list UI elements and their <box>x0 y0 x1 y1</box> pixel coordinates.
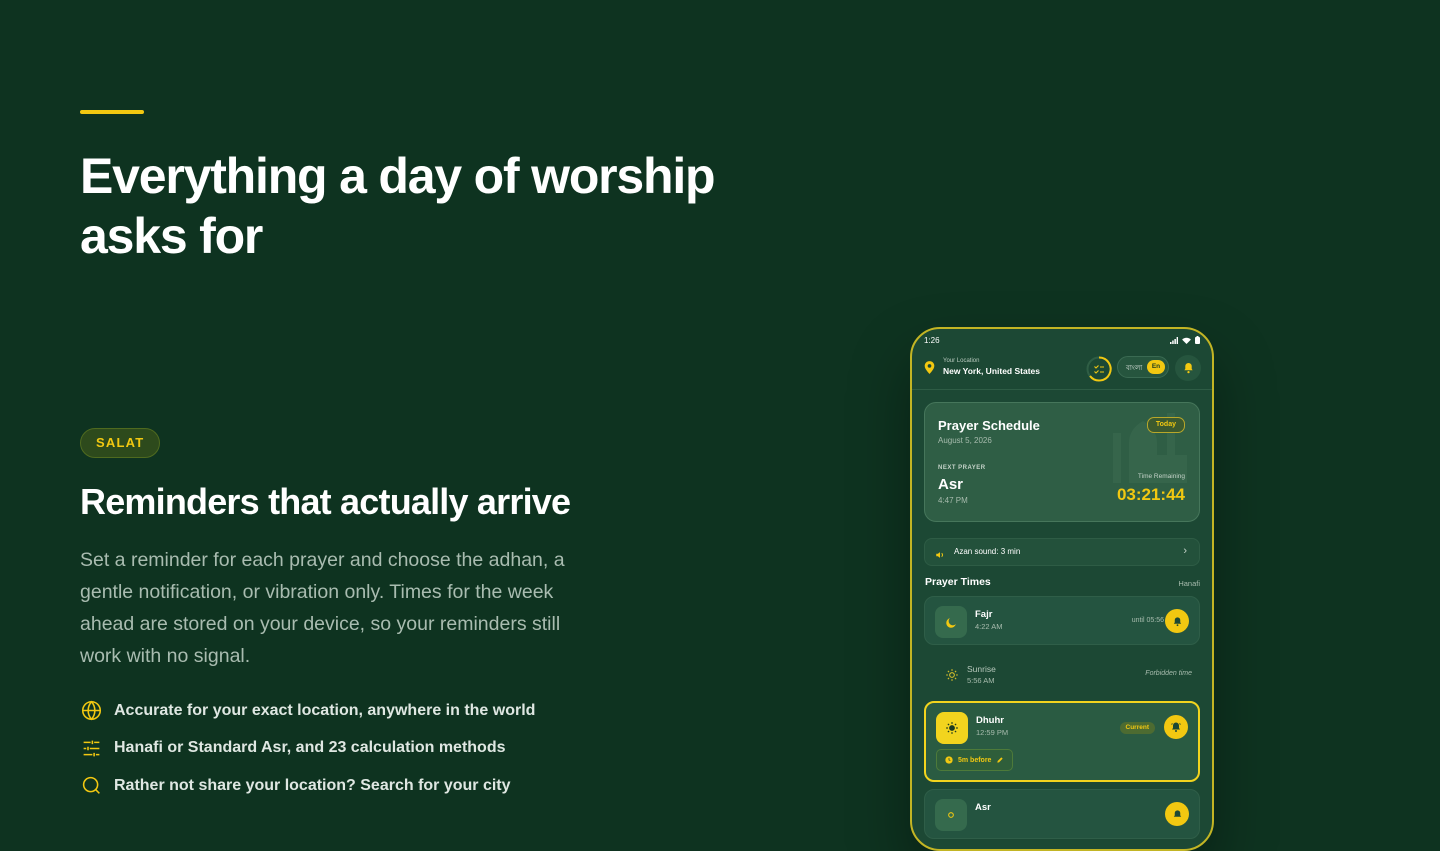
prayer-time: 5:56 AM <box>967 676 995 685</box>
section-badge: SALAT <box>80 428 161 458</box>
forbidden-time-note: Forbidden time <box>1145 670 1192 677</box>
prayer-name: Sunrise <box>967 664 996 674</box>
prayer-name: Fajr <box>975 609 993 620</box>
feature-item: Rather not share your location? Search f… <box>80 773 535 798</box>
reminder-chip[interactable]: 5m before <box>936 749 1014 771</box>
prayer-time: 12:59 PM <box>976 728 1009 737</box>
location-label: Your Location <box>943 358 980 364</box>
prayer-row-fajr[interactable]: Fajr 4:22 AM until 05:56 <box>924 596 1200 645</box>
next-prayer-name: Asr <box>938 476 964 493</box>
reminder-text: 5m before <box>958 756 992 764</box>
feature-text: Hanafi or Standard Asr, and 23 calculati… <box>114 739 506 756</box>
headline-line-2: asks for <box>80 208 263 264</box>
feature-item: Accurate for your exact location, anywhe… <box>80 698 535 723</box>
sun-icon <box>936 712 968 744</box>
prayer-name: Asr <box>975 802 991 813</box>
checklist-progress-ring[interactable] <box>1086 356 1112 382</box>
alarm-toggle-button[interactable] <box>1164 715 1188 739</box>
sun-icon <box>935 799 967 831</box>
current-badge: Current <box>1119 722 1155 734</box>
phone-mockup: 1:26 Your Location New York, United Stat… <box>910 327 1214 851</box>
prayer-row-dhuhr[interactable]: Dhuhr 12:59 PM Current 5m before <box>924 701 1200 782</box>
moon-icon <box>935 606 967 638</box>
feature-text: Rather not share your location? Search f… <box>114 776 511 794</box>
bell-icon <box>1173 809 1181 817</box>
lang-english[interactable]: En <box>1147 360 1165 374</box>
time-remaining-label: Time Remaining <box>1137 473 1185 480</box>
prayer-times-title: Prayer Times <box>925 576 991 588</box>
prayer-until: until 05:56 <box>1131 617 1164 624</box>
notifications-button[interactable] <box>1175 355 1201 381</box>
globe-icon <box>80 700 102 722</box>
next-prayer-label: NEXT PRAYER <box>938 465 986 471</box>
prayer-name: Dhuhr <box>976 715 1004 726</box>
feature-item: Hanafi or Standard Asr, and 23 calculati… <box>80 736 535 761</box>
pencil-icon <box>997 757 1004 763</box>
azan-sound-setting[interactable]: Azan sound: 3 min › <box>924 538 1200 566</box>
signal-icon <box>1170 336 1178 344</box>
chevron-right-icon: › <box>1183 545 1187 557</box>
schedule-date: August 5, 2026 <box>938 436 992 445</box>
section-description: Set a reminder for each prayer and choos… <box>80 549 565 667</box>
section-title: Reminders that actually arrive <box>80 481 571 522</box>
feature-list: Accurate for your exact location, anywhe… <box>80 698 535 811</box>
time-remaining-value: 03:21:44 <box>1116 485 1185 504</box>
azan-sound-text: Azan sound: 3 min <box>954 547 1021 556</box>
accent-line <box>80 110 144 114</box>
sliders-icon <box>80 737 102 759</box>
status-bar: 1:26 <box>924 334 1200 346</box>
alarm-toggle-button[interactable] <box>1165 609 1189 633</box>
calculation-method[interactable]: Hanafi <box>1178 579 1200 588</box>
clock-icon <box>945 756 953 764</box>
location-pin-icon <box>924 361 935 379</box>
prayer-schedule-card: Prayer Schedule August 5, 2026 Today NEX… <box>924 402 1200 522</box>
bell-ring-icon <box>1171 722 1181 732</box>
app-header: Your Location New York, United States বা… <box>912 349 1212 390</box>
today-badge[interactable]: Today <box>1146 417 1185 433</box>
search-icon <box>80 775 102 797</box>
prayer-row-sunrise: Sunrise 5:56 AM Forbidden time <box>924 651 1200 696</box>
bell-icon <box>1183 362 1193 374</box>
speaker-icon <box>935 547 945 565</box>
feature-text: Accurate for your exact location, anywhe… <box>114 701 536 719</box>
wifi-icon <box>1182 337 1191 344</box>
language-toggle[interactable]: বাংলা En <box>1117 356 1169 378</box>
alarm-toggle-button[interactable] <box>1165 802 1189 826</box>
headline-line-1: Everything a day of worship <box>80 148 716 204</box>
status-time: 1:26 <box>924 335 940 345</box>
sun-icon <box>942 665 962 685</box>
page-headline: Everything a day of worship asks for <box>80 146 780 266</box>
bell-icon <box>1173 616 1181 626</box>
schedule-title: Prayer Schedule <box>938 418 1040 433</box>
prayer-row-asr[interactable]: Asr <box>924 789 1200 839</box>
battery-icon <box>1195 336 1200 344</box>
prayer-time: 4:22 AM <box>975 622 1003 631</box>
location-value[interactable]: New York, United States <box>943 366 1040 376</box>
next-prayer-time: 4:47 PM <box>938 496 968 505</box>
mosque-decoration-icon <box>1113 413 1187 483</box>
lang-bangla[interactable]: বাংলা <box>1126 362 1142 374</box>
status-icons <box>1170 336 1200 344</box>
